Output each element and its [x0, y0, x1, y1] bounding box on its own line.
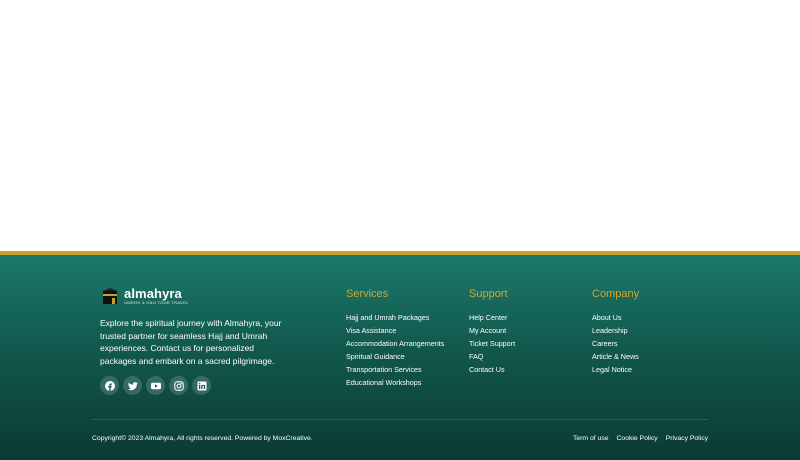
instagram-link[interactable] — [169, 376, 188, 395]
support-link[interactable]: FAQ — [469, 350, 515, 363]
legal-links: Term of use Cookie Policy Privacy Policy — [573, 435, 708, 442]
support-link[interactable]: Help Center — [469, 311, 515, 324]
instagram-icon — [173, 380, 184, 391]
services-link[interactable]: Accommodation Arrangements — [346, 337, 444, 350]
services-link[interactable]: Hajj and Umrah Packages — [346, 311, 444, 324]
footer-brand: almahyra UMROH & HAJI TOUR TRAVEL Explor… — [100, 285, 300, 395]
company-column: Company About Us Leadership Careers Arti… — [592, 288, 639, 376]
facebook-icon — [104, 380, 115, 391]
linkedin-icon — [197, 381, 206, 390]
brand-name: almahyra — [124, 286, 182, 301]
company-link[interactable]: Careers — [592, 337, 639, 350]
footer-divider — [92, 419, 708, 420]
support-heading: Support — [469, 288, 508, 300]
services-heading: Services — [346, 288, 389, 300]
services-link[interactable]: Educational Workshops — [346, 376, 444, 389]
facebook-link[interactable] — [100, 376, 119, 395]
site-footer: almahyra UMROH & HAJI TOUR TRAVEL Explor… — [0, 255, 800, 460]
company-heading: Company — [592, 288, 640, 300]
privacy-policy-link[interactable]: Privacy Policy — [666, 435, 708, 442]
brand-description: Explore the spiritual journey with Almah… — [100, 318, 282, 366]
company-link[interactable]: Legal Notice — [592, 363, 639, 376]
twitter-link[interactable] — [123, 376, 142, 395]
term-of-use-link[interactable]: Term of use — [573, 435, 609, 442]
company-link[interactable]: Leadership — [592, 324, 639, 337]
company-link[interactable]: About Us — [592, 311, 639, 324]
brand-tagline: UMROH & HAJI TOUR TRAVEL — [124, 300, 189, 305]
copyright-text: Copyright© 2023 Almahyra, All rights res… — [92, 435, 313, 442]
support-link[interactable]: My Account — [469, 324, 515, 337]
services-link[interactable]: Visa Assistance — [346, 324, 444, 337]
support-link[interactable]: Contact Us — [469, 363, 515, 376]
brand-logo[interactable]: almahyra UMROH & HAJI TOUR TRAVEL — [100, 285, 300, 307]
support-column: Support Help Center My Account Ticket Su… — [469, 288, 515, 376]
services-link[interactable]: Transportation Services — [346, 363, 444, 376]
youtube-link[interactable] — [146, 376, 165, 395]
kaaba-icon — [103, 288, 117, 304]
social-links — [100, 376, 300, 395]
twitter-icon — [127, 381, 138, 390]
services-link[interactable]: Spiritual Guidance — [346, 350, 444, 363]
company-link[interactable]: Article & News — [592, 350, 639, 363]
linkedin-link[interactable] — [192, 376, 211, 395]
youtube-icon — [150, 382, 161, 389]
services-column: Services Hajj and Umrah Packages Visa As… — [346, 288, 444, 389]
support-link[interactable]: Ticket Support — [469, 337, 515, 350]
cookie-policy-link[interactable]: Cookie Policy — [617, 435, 658, 442]
